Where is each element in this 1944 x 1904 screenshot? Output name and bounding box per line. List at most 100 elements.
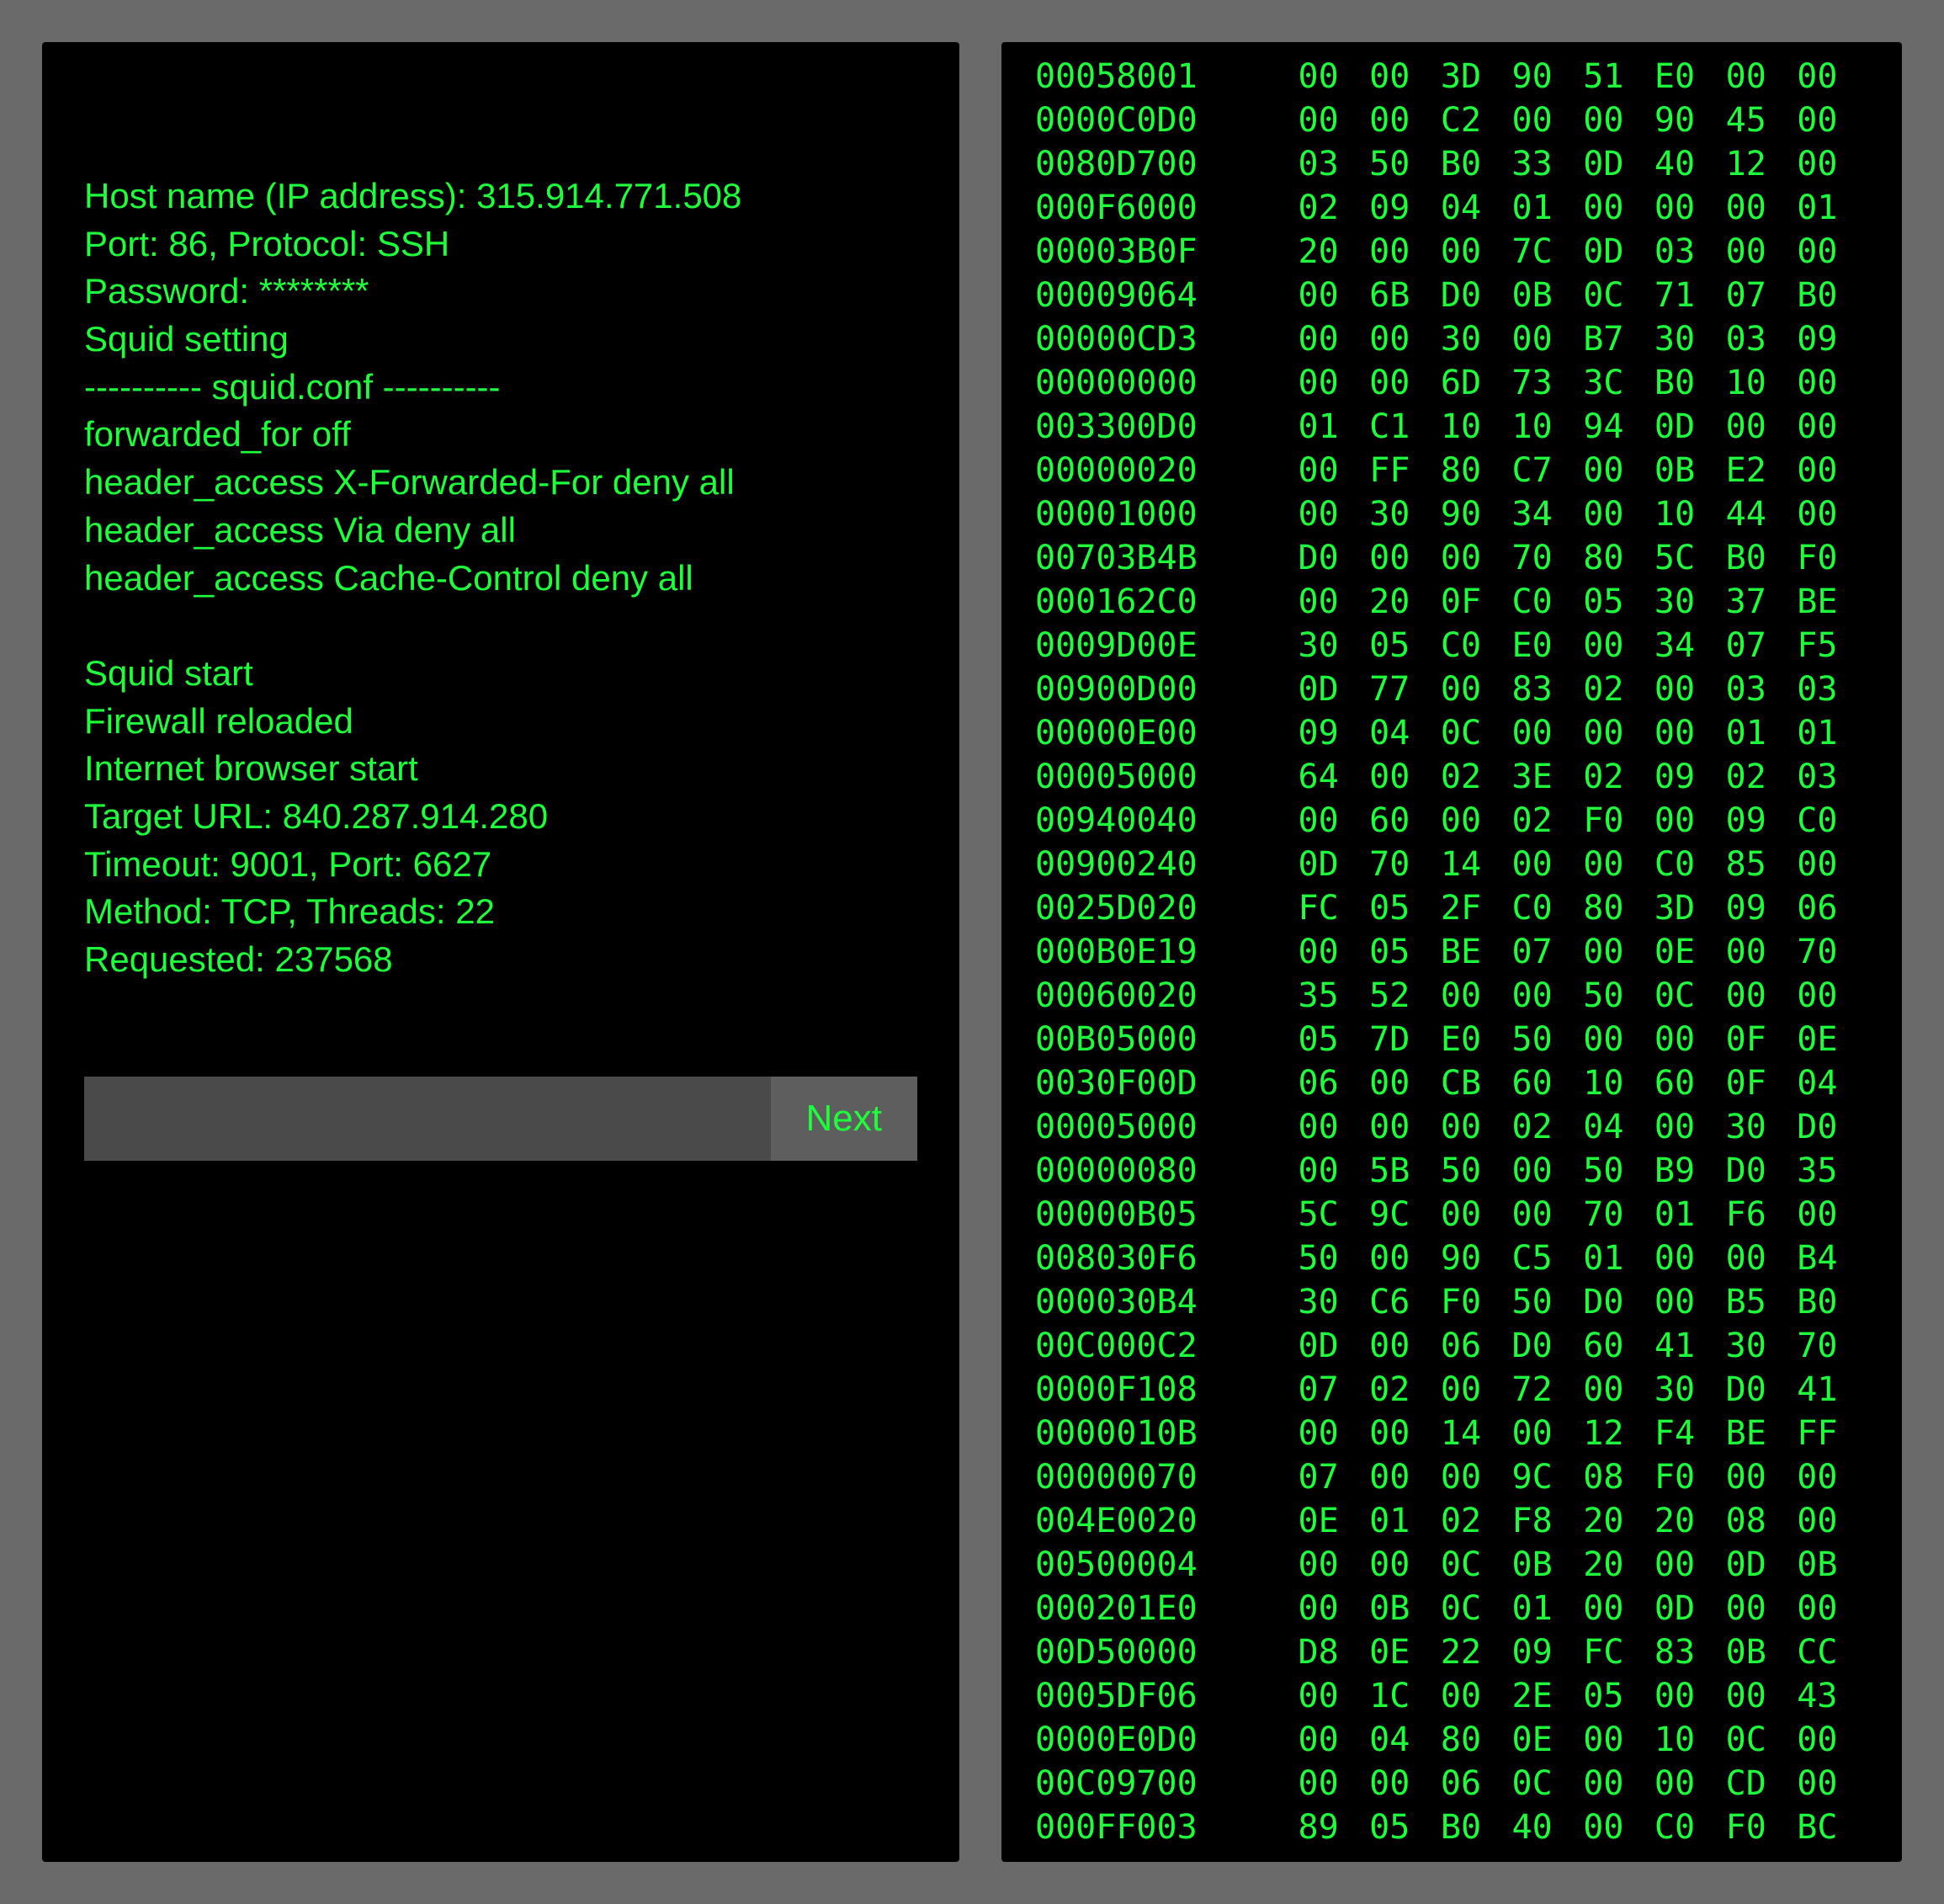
hex-byte: 07 xyxy=(1726,274,1798,317)
hex-byte: 0D xyxy=(1298,843,1369,886)
hex-byte: 80 xyxy=(1441,1718,1512,1762)
hex-byte: 00 xyxy=(1655,711,1726,755)
hex-byte: 0E xyxy=(1797,1018,1868,1061)
hex-byte: 02 xyxy=(1512,799,1584,843)
hex-byte: 85 xyxy=(1726,843,1798,886)
hex-byte: 00 xyxy=(1726,1587,1798,1630)
hex-byte: D0 xyxy=(1797,1105,1868,1149)
hex-byte: 14 xyxy=(1441,843,1512,886)
hex-byte: 04 xyxy=(1369,711,1441,755)
hex-byte: C0 xyxy=(1655,1806,1726,1849)
hex-byte: 03 xyxy=(1726,317,1798,361)
hex-address: 000030B4 xyxy=(1035,1280,1298,1324)
hex-row: 000201E0000B0C01000D0000 xyxy=(1035,1587,1868,1630)
hex-byte: 00 xyxy=(1441,1368,1512,1412)
hex-byte: 05 xyxy=(1583,1674,1655,1718)
hex-byte: BC xyxy=(1797,1806,1868,1849)
hex-byte: 00 xyxy=(1298,1587,1369,1630)
hex-address: 00060020 xyxy=(1035,974,1298,1018)
hex-byte: C0 xyxy=(1655,843,1726,886)
hex-byte: 0C xyxy=(1726,1718,1798,1762)
hex-row: 00000CD300003000B7300309 xyxy=(1035,317,1868,361)
hex-byte: B0 xyxy=(1655,361,1726,405)
hex-byte: 00 xyxy=(1797,55,1868,98)
hex-byte: 00 xyxy=(1583,843,1655,886)
hex-row: 0009D00E3005C0E0003407F5 xyxy=(1035,624,1868,667)
hex-row: 0000500000000002040030D0 xyxy=(1035,1105,1868,1149)
hex-byte: D8 xyxy=(1298,1630,1369,1674)
hex-byte: 0C xyxy=(1441,711,1512,755)
terminal-line: forwarded_for off xyxy=(84,411,917,459)
hex-row: 00C097000000060C0000CD00 xyxy=(1035,1762,1868,1806)
hex-byte: 00 xyxy=(1369,1061,1441,1105)
hex-row: 00000B055C9C00007001F600 xyxy=(1035,1193,1868,1237)
terminal-line: header_access Cache-Control deny all xyxy=(84,555,917,603)
hex-byte: 00 xyxy=(1583,930,1655,974)
hex-byte: 00 xyxy=(1441,667,1512,711)
hex-byte: 02 xyxy=(1441,1499,1512,1543)
hex-byte: 05 xyxy=(1369,1806,1441,1849)
hex-byte: 60 xyxy=(1583,1324,1655,1368)
hex-byte: 7D xyxy=(1369,1018,1441,1061)
hex-row: 000162C000200FC0053037BE xyxy=(1035,580,1868,624)
hex-byte: 05 xyxy=(1298,1018,1369,1061)
next-button[interactable]: Next xyxy=(771,1077,917,1161)
hex-address: 00003B0F xyxy=(1035,230,1298,274)
hex-byte: 00 xyxy=(1797,405,1868,449)
hex-byte: 00 xyxy=(1797,1718,1868,1762)
hex-address: 00000070 xyxy=(1035,1455,1298,1499)
hex-byte: 00 xyxy=(1797,142,1868,186)
hex-byte: 00 xyxy=(1441,1105,1512,1149)
hex-byte: 00 xyxy=(1583,98,1655,142)
hex-address: 000B0E19 xyxy=(1035,930,1298,974)
hex-byte: 00 xyxy=(1369,1762,1441,1806)
hex-byte: 35 xyxy=(1298,974,1369,1018)
hex-byte: 70 xyxy=(1797,930,1868,974)
hex-byte: 05 xyxy=(1583,580,1655,624)
hex-row: 0000010B0000140012F4BEFF xyxy=(1035,1412,1868,1455)
hex-byte: 00 xyxy=(1726,55,1798,98)
hex-byte: 33 xyxy=(1512,142,1584,186)
hex-row: 00000080005B500050B9D035 xyxy=(1035,1149,1868,1193)
hex-byte: FC xyxy=(1298,886,1369,930)
hex-byte: 0E xyxy=(1298,1499,1369,1543)
terminal-line: Method: TCP, Threads: 22 xyxy=(84,888,917,936)
hex-byte: 52 xyxy=(1369,974,1441,1018)
hex-byte: 22 xyxy=(1441,1630,1512,1674)
command-input[interactable] xyxy=(84,1077,771,1161)
hex-byte: C0 xyxy=(1512,886,1584,930)
hex-byte: 50 xyxy=(1583,1149,1655,1193)
hex-byte: D0 xyxy=(1441,274,1512,317)
terminal-line: Firewall reloaded xyxy=(84,698,917,746)
hex-address: 00D50000 xyxy=(1035,1630,1298,1674)
hex-byte: 0E xyxy=(1369,1630,1441,1674)
hex-byte: 2E xyxy=(1512,1674,1584,1718)
hex-byte: 5B xyxy=(1369,1149,1441,1193)
hex-byte: CB xyxy=(1441,1061,1512,1105)
hex-byte: B4 xyxy=(1797,1237,1868,1280)
hex-address: 0000E0D0 xyxy=(1035,1718,1298,1762)
hex-address: 00703B4B xyxy=(1035,536,1298,580)
hex-byte: B0 xyxy=(1726,536,1798,580)
hex-row: 00000E0009040C0000000101 xyxy=(1035,711,1868,755)
terminal-line: Squid start xyxy=(84,650,917,698)
hex-byte: 06 xyxy=(1441,1324,1512,1368)
hex-byte: 83 xyxy=(1512,667,1584,711)
hex-byte: 02 xyxy=(1583,667,1655,711)
hex-byte: 0B xyxy=(1655,449,1726,492)
hex-byte: 00 xyxy=(1298,1762,1369,1806)
hex-byte: 0D xyxy=(1583,230,1655,274)
hex-address: 00940040 xyxy=(1035,799,1298,843)
hex-byte: 50 xyxy=(1369,142,1441,186)
hex-byte: 00 xyxy=(1298,580,1369,624)
hex-byte: 00 xyxy=(1512,317,1584,361)
hex-address: 00009064 xyxy=(1035,274,1298,317)
hex-byte: 70 xyxy=(1369,843,1441,886)
hex-byte: 09 xyxy=(1512,1630,1584,1674)
hex-address: 0005DF06 xyxy=(1035,1674,1298,1718)
hex-address: 008030F6 xyxy=(1035,1237,1298,1280)
hex-byte: 03 xyxy=(1726,667,1798,711)
hex-row: 000050006400023E02090203 xyxy=(1035,755,1868,799)
hex-byte: 00 xyxy=(1797,492,1868,536)
hex-row: 0000E0D00004800E00100C00 xyxy=(1035,1718,1868,1762)
